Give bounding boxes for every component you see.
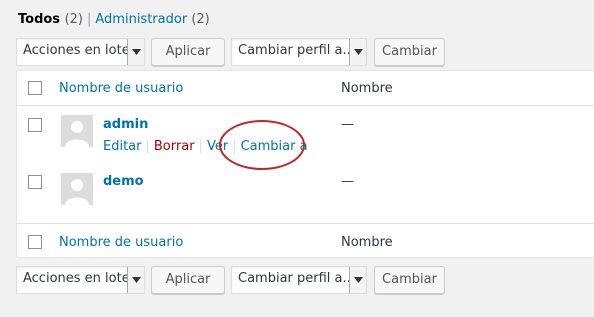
table-footer: Nombre de usuario Nombre [17, 223, 594, 259]
filter-administrator-link[interactable]: Administrador (2) [95, 12, 209, 27]
sort-username-link[interactable]: Nombre de usuario [59, 235, 183, 250]
tablenav-bottom: Acciones en lote Aplicar Cambiar perfil … [16, 266, 594, 296]
bulk-actions-value: Acciones en lote [23, 271, 130, 286]
filter-separator: | [87, 12, 92, 27]
edit-link[interactable]: Editar [103, 139, 142, 154]
tablenav-top: Acciones en lote Aplicar Cambiar perfil … [16, 38, 594, 68]
user-full-name: — [341, 174, 354, 189]
chevron-down-icon[interactable] [349, 39, 366, 65]
apply-button[interactable]: Aplicar [151, 38, 225, 66]
delete-link[interactable]: Borrar [154, 139, 195, 154]
table-row: admin Editar | Borrar | Ver | Cambiar a — [17, 107, 594, 167]
bulk-actions-value: Acciones en lote [23, 43, 130, 58]
highlight-ring [219, 120, 305, 170]
chevron-down-icon[interactable] [127, 267, 144, 293]
bulk-actions-select[interactable]: Acciones en lote [16, 266, 145, 294]
avatar-placeholder-icon [61, 173, 93, 205]
users-table: Nombre de usuario Nombre admin Editar | Bo… [16, 70, 594, 258]
chevron-down-icon[interactable] [349, 267, 366, 293]
filter-all-count: (2) [64, 12, 83, 27]
user-full-name: — [341, 117, 354, 132]
avatar [61, 115, 93, 147]
select-all-checkbox[interactable] [28, 81, 42, 95]
select-all-checkbox[interactable] [28, 235, 42, 249]
table-row: demo — [17, 167, 594, 223]
user-role-filter: Todos (2) | Administrador (2) [18, 12, 210, 27]
change-role-value: Cambiar perfil a... [238, 271, 355, 286]
change-role-select[interactable]: Cambiar perfil a... [231, 266, 367, 294]
username-link[interactable]: demo [103, 174, 144, 189]
avatar-placeholder-icon [61, 115, 93, 147]
sort-username-link[interactable]: Nombre de usuario [59, 81, 183, 96]
avatar [61, 173, 93, 205]
bulk-actions-select[interactable]: Acciones en lote [16, 38, 145, 66]
username-link[interactable]: admin [103, 117, 148, 132]
change-role-button[interactable]: Cambiar [374, 266, 445, 294]
change-role-select[interactable]: Cambiar perfil a... [231, 38, 367, 66]
change-role-value: Cambiar perfil a... [238, 43, 355, 58]
chevron-down-icon[interactable] [127, 39, 144, 65]
column-name-footer: Nombre [341, 235, 393, 250]
change-role-button[interactable]: Cambiar [374, 38, 445, 66]
table-header: Nombre de usuario Nombre [17, 71, 594, 106]
filter-all-link[interactable]: Todos (2) [18, 12, 83, 27]
apply-button[interactable]: Aplicar [151, 266, 225, 294]
filter-administrator-count: (2) [191, 12, 210, 27]
row-checkbox[interactable] [28, 175, 42, 189]
row-checkbox[interactable] [28, 118, 42, 132]
action-separator: | [145, 139, 150, 154]
column-name-header: Nombre [341, 81, 393, 96]
action-separator: | [198, 139, 203, 154]
